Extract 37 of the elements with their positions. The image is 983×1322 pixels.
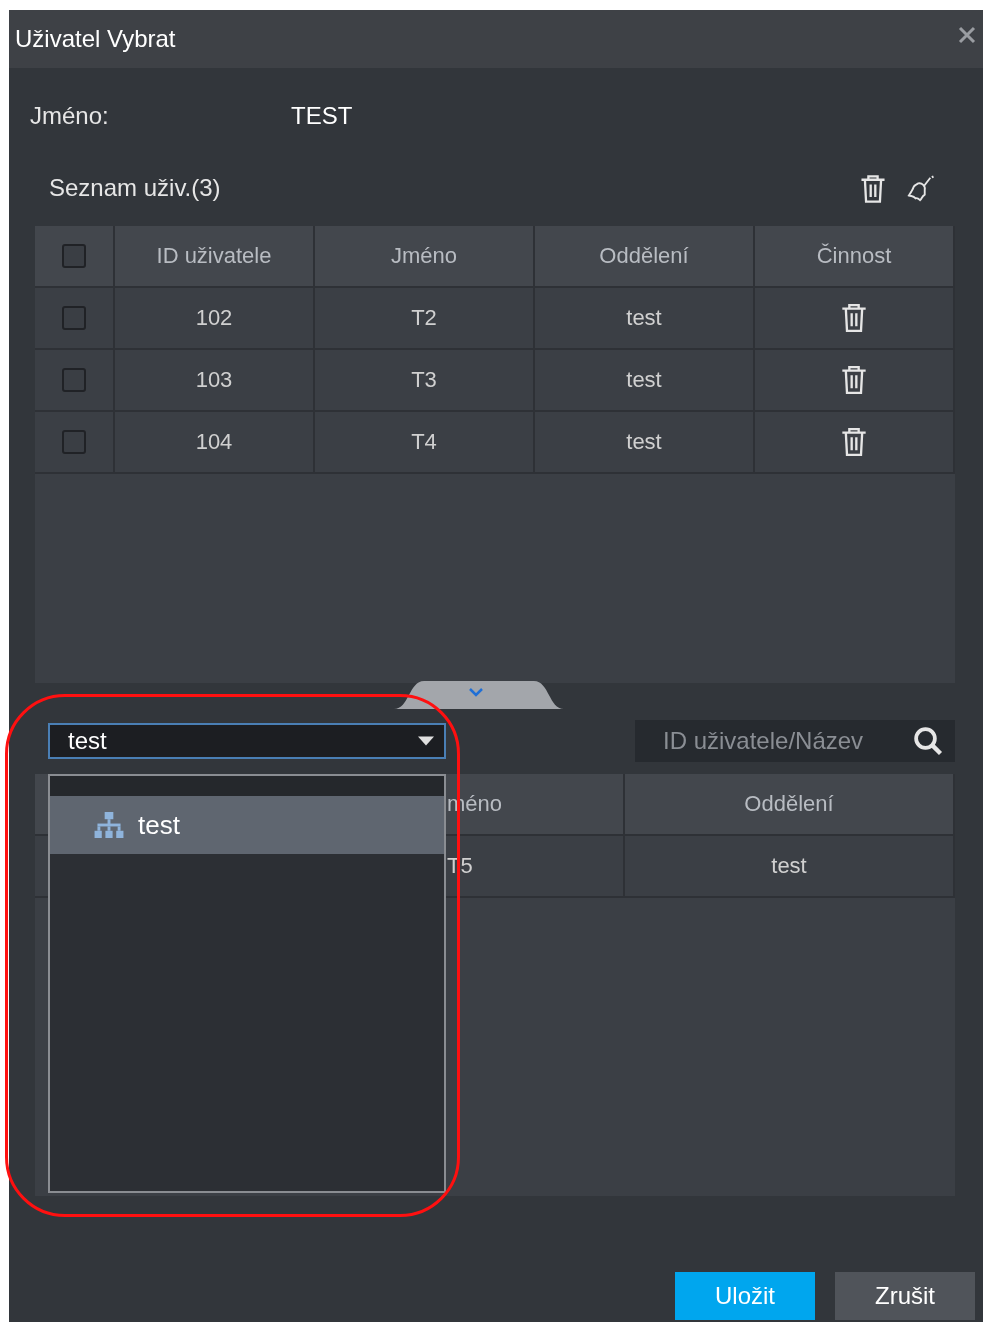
- checkbox[interactable]: [62, 430, 86, 454]
- table-cell: 102: [115, 288, 315, 348]
- checkbox[interactable]: [62, 368, 86, 392]
- close-icon[interactable]: [957, 25, 977, 45]
- search-icon[interactable]: [913, 726, 943, 756]
- name-label: Jméno:: [30, 102, 110, 130]
- column-header: ID uživatele: [115, 226, 315, 286]
- checkbox[interactable]: [62, 306, 86, 330]
- trash-icon[interactable]: [840, 426, 868, 458]
- trash-icon[interactable]: [859, 174, 887, 204]
- list-title: Seznam uživ.(3): [49, 174, 221, 202]
- hierarchy-icon: [94, 812, 124, 838]
- window-title: Uživatel Vybrat: [15, 25, 176, 53]
- table-cell: test: [535, 412, 755, 472]
- table-cell: test: [535, 288, 755, 348]
- table-cell: test: [771, 853, 807, 879]
- department-dropdown[interactable]: test: [48, 723, 446, 759]
- dropdown-option[interactable]: test: [50, 796, 444, 854]
- dialog-button[interactable]: Zrušit: [835, 1272, 975, 1320]
- table-cell: test: [535, 350, 755, 410]
- column-header: Činnost: [755, 226, 955, 286]
- checkbox[interactable]: [62, 244, 86, 268]
- search-field[interactable]: ID uživatele/Název: [635, 720, 955, 762]
- table-cell: 104: [115, 412, 315, 472]
- column-header: Jméno: [315, 226, 535, 286]
- trash-icon[interactable]: [840, 364, 868, 396]
- caret-icon: [418, 736, 434, 746]
- table-cell: T2: [315, 288, 535, 348]
- collapse-tab[interactable]: [394, 681, 564, 709]
- name-value: TEST: [291, 102, 353, 130]
- table-cell: T3: [315, 350, 535, 410]
- broom-icon[interactable]: [907, 174, 935, 204]
- column-header: Oddělení: [744, 791, 834, 817]
- table-cell: 103: [115, 350, 315, 410]
- column-header: Oddělení: [535, 226, 755, 286]
- trash-icon[interactable]: [840, 302, 868, 334]
- table-cell: T4: [315, 412, 535, 472]
